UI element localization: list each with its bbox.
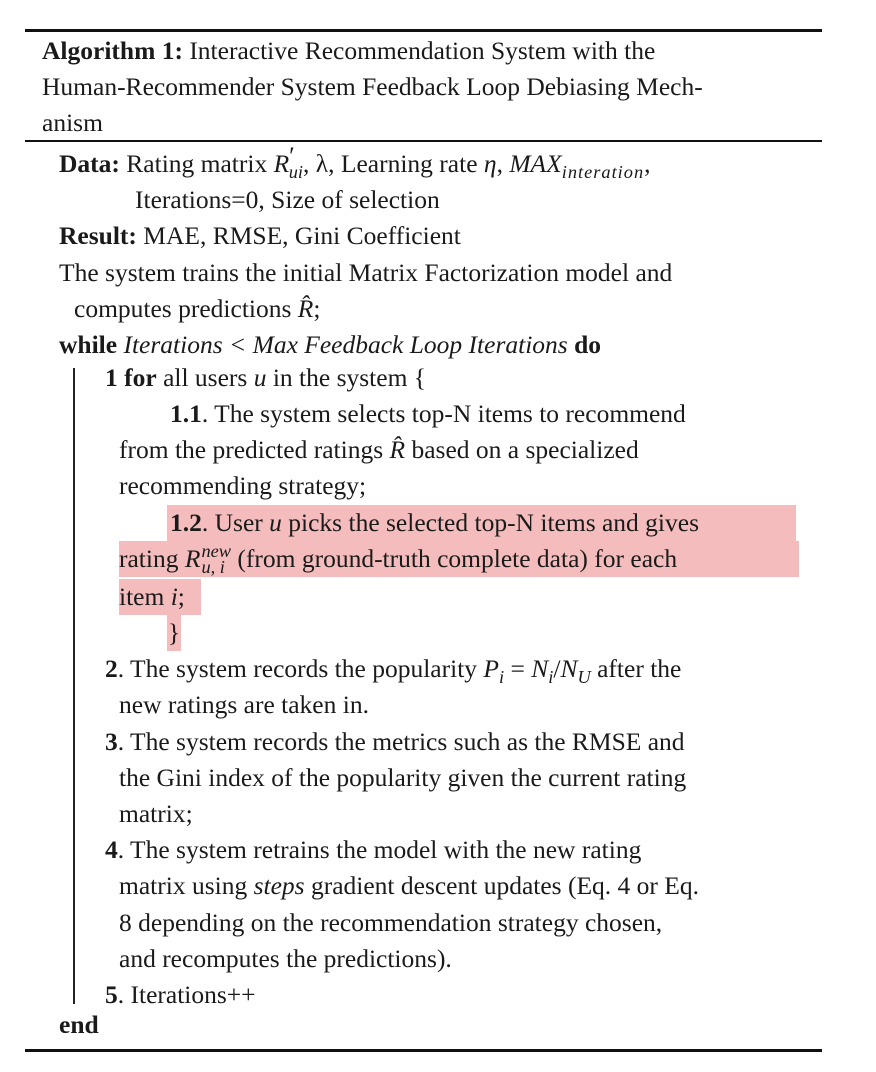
do-keyword: do <box>574 330 602 359</box>
step3-line-3: matrix; <box>119 799 193 828</box>
step1-2-text-1a: . User <box>201 508 263 537</box>
result-line: Result: MAE, RMSE, Gini Coefficient <box>59 218 461 254</box>
matrix-prime: ′ <box>289 141 295 170</box>
data-line-2: Iterations=0, Size of selection <box>135 185 440 214</box>
step4-text-2a: matrix using <box>119 871 248 900</box>
rhat-symbol: R̂ <box>297 294 314 323</box>
step3-num: 3 <box>105 727 118 756</box>
data-text-a: Rating matrix <box>126 149 268 178</box>
formula-sub-u: U <box>577 667 591 688</box>
data-label: Data: <box>59 149 120 178</box>
step4-text-1: . The system retrains the model with the… <box>117 835 642 864</box>
step1-1-text-2a: from the predicted ratings <box>119 435 384 464</box>
while-keyword: while <box>59 330 118 359</box>
step1-2-line-3: item i; <box>119 579 201 615</box>
step1-2-line-2: rating Rnew u, i (from ground-truth compl… <box>119 541 799 577</box>
step4-line-3: 8 depending on the recommendation strate… <box>119 908 663 937</box>
caption-line-1: Algorithm 1: Interactive Recommendation … <box>42 33 655 69</box>
step1-1-rhat: R̂ <box>389 435 406 464</box>
data-text-c: , <box>496 149 503 178</box>
step1-num: 1 <box>105 363 118 392</box>
step2-text-1b: after the <box>597 654 682 683</box>
step1-2-text-2a: rating <box>119 544 179 573</box>
step4-line-4: and recomputes the predictions). <box>119 944 452 973</box>
result-text: MAE, RMSE, Gini Coefficient <box>143 221 461 250</box>
step3-line-1: 3. The system records the metrics such a… <box>105 724 685 760</box>
intro-line-1: The system trains the initial Matrix Fac… <box>59 258 673 287</box>
step2-text-1a: . The system records the popularity <box>117 654 478 683</box>
end-keyword: end <box>59 1010 99 1039</box>
intro-text-a: computes predictions <box>74 294 292 323</box>
step1-1-text-2b: based on a specialized <box>411 435 639 464</box>
step4-line-2: matrix using steps gradient descent upda… <box>119 868 699 904</box>
step1-2-line-1: 1.2. User u picks the selected top-N ite… <box>167 505 796 541</box>
step1-2-text-2b: (from ground-truth complete data) for ea… <box>237 544 678 573</box>
step1-2-text-3b: ; <box>177 582 185 611</box>
intro-text-b: ; <box>313 294 321 323</box>
step1-2-u: u <box>269 508 282 537</box>
caption-line-2: Human-Recommender System Feedback Loop D… <box>42 72 703 101</box>
step1-2-i: i <box>170 582 178 611</box>
step4-text-2b: gradient descent updates (Eq. 4 or Eq. <box>310 871 699 900</box>
r-new-symbol: R <box>184 544 201 573</box>
step1-2-num: 1.2 <box>170 508 202 537</box>
max-sub: interation <box>561 162 645 183</box>
result-label: Result: <box>59 221 137 250</box>
r-new-sub: u, i <box>201 557 225 578</box>
caption-label: Algorithm 1: <box>42 36 183 65</box>
step4-steps: steps <box>253 871 305 900</box>
top-rule <box>25 29 822 32</box>
formula-nu: N <box>560 654 578 683</box>
step1-1-num: 1.1 <box>170 399 202 428</box>
step1-1-line-3: recommending strategy; <box>119 471 367 500</box>
formula-p: P <box>483 654 499 683</box>
while-condition: Iterations < Max Feedback Loop Iteration… <box>123 330 568 359</box>
step5-line: 5. Iterations++ <box>105 977 256 1013</box>
step1-text-b: in the system { <box>272 363 427 392</box>
bottom-rule <box>25 1049 822 1052</box>
step4-num: 4 <box>105 835 118 864</box>
step3-line-2: the Gini index of the popularity given t… <box>119 763 687 792</box>
step1-1-line-1: 1.1. The system selects top-N items to r… <box>170 396 686 432</box>
step4-line-1: 4. The system retrains the model with th… <box>105 832 641 868</box>
formula-n: N <box>531 654 549 683</box>
step5-text: . Iterations++ <box>117 980 256 1009</box>
matrix-symbol: R <box>273 149 290 178</box>
step1-u: u <box>253 363 267 392</box>
max-main: MAX <box>509 149 562 178</box>
r-new-scripts: new u, i <box>201 542 231 578</box>
step5-num: 5 <box>105 980 118 1009</box>
close-brace: } <box>167 615 181 651</box>
intro-line-2: computes predictions R̂; <box>74 291 320 327</box>
step2-num: 2 <box>105 654 118 683</box>
data-line: Data: Rating matrix R′ui, λ, Learning ra… <box>59 141 651 183</box>
data-text-b: , λ, Learning rate <box>303 149 478 178</box>
step1-2-text-3a: item <box>119 582 165 611</box>
formula-eq: = <box>504 654 532 683</box>
for-keyword: for <box>124 363 157 392</box>
while-block-bar <box>73 368 75 1004</box>
caption-line-3: anism <box>42 108 103 137</box>
caption-rule <box>25 140 822 142</box>
data-text-d: , <box>644 149 651 178</box>
step1-text-a: all users <box>163 363 248 392</box>
step3-text-1: . The system records the metrics such as… <box>117 727 685 756</box>
step1-1-text-1: . The system selects top-N items to reco… <box>201 399 686 428</box>
while-line: while Iterations < Max Feedback Loop Ite… <box>59 327 601 363</box>
step1-2-text-1b: picks the selected top-N items and gives <box>288 508 700 537</box>
step2-line-1: 2. The system records the popularity Pi … <box>105 651 681 687</box>
step1-line: 1 for all users u in the system { <box>105 360 426 396</box>
step2-line-2: new ratings are taken in. <box>119 690 369 719</box>
step1-1-line-2: from the predicted ratings R̂ based on a… <box>119 432 639 468</box>
eta-symbol: η <box>483 149 497 178</box>
caption-text: Interactive Recommendation System with t… <box>189 36 656 65</box>
